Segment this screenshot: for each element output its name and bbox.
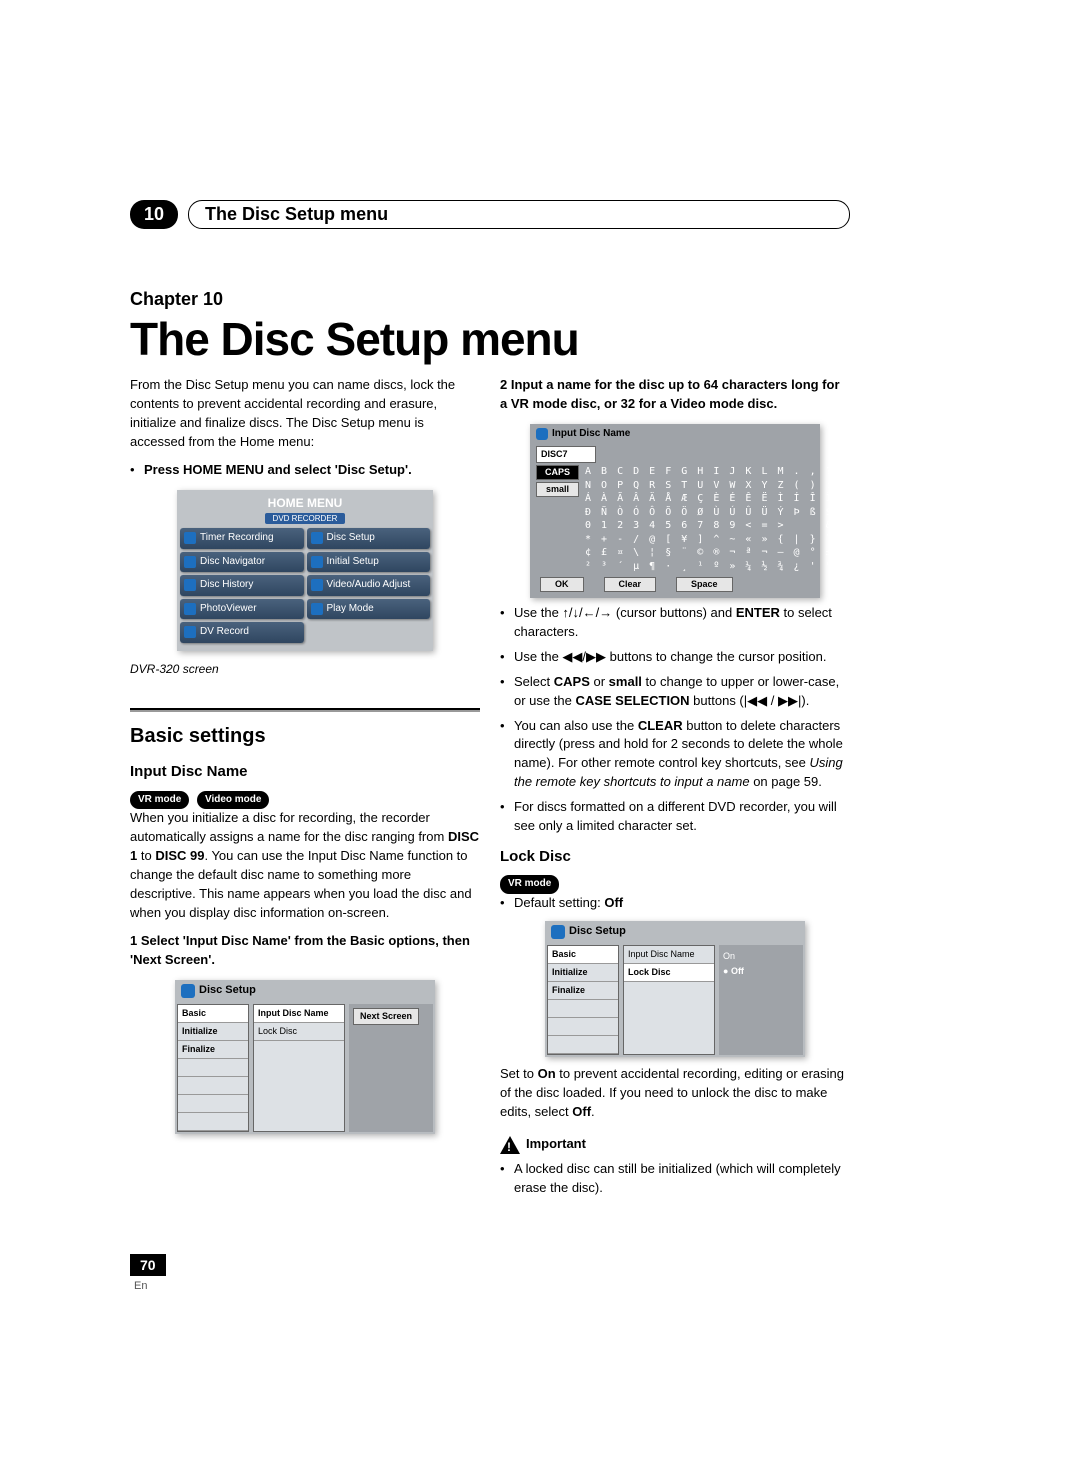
video-mode-badge: Video mode (197, 791, 270, 810)
clear-button: Clear (604, 577, 657, 592)
bullet-other-recorder: For discs formatted on a different DVD r… (514, 798, 850, 836)
disc-icon (311, 532, 323, 544)
space-button: Space (676, 577, 733, 592)
home-menu-screenshot: HOME MENU DVD RECORDER Timer Recording D… (177, 490, 433, 650)
hm-disc-history: Disc History (180, 575, 304, 596)
page-number: 70 (130, 1254, 166, 1276)
lock-disc-heading: Lock Disc (500, 846, 850, 868)
clock-icon (184, 532, 196, 544)
important-bullet: A locked disc can still be initialized (… (514, 1160, 850, 1198)
ds-opt-input-disc-name: Input Disc Name (254, 1005, 344, 1023)
ds-opt-lock-disc: Lock Disc (624, 964, 714, 982)
hm-initial-setup: Initial Setup (307, 552, 431, 573)
chapter-header: 10 The Disc Setup menu (130, 200, 850, 229)
language-code: En (134, 1280, 147, 1292)
lock-on-option: On (723, 949, 799, 964)
history-icon (184, 579, 196, 591)
step-press-home: Press HOME MENU and select 'Disc Setup'. (144, 461, 480, 480)
vr-mode-badge: VR mode (130, 791, 189, 810)
section-divider (130, 708, 480, 712)
lock-paragraph: Set to On to prevent accidental recordin… (500, 1065, 850, 1122)
nav-icon (184, 556, 196, 568)
record-icon (184, 626, 196, 638)
disc-setup-screenshot-2: Disc Setup Basic Initialize Finalize Inp… (545, 921, 805, 1057)
chapter-label: Chapter 10 (130, 289, 1030, 310)
disc-name-field: DISC7 (536, 446, 596, 463)
step1-text: 1 Select 'Input Disc Name' from the Basi… (130, 932, 480, 970)
hm-timer-recording: Timer Recording (180, 528, 304, 549)
step2-text: 2 Input a name for the disc up to 64 cha… (500, 376, 850, 414)
ds-tab-initialize: Initialize (548, 964, 618, 982)
disc-setup-screenshot-1: Disc Setup Basic Initialize Finalize Inp… (175, 980, 435, 1134)
disc-icon (536, 428, 548, 440)
bullet-cursor-enter: Use the ↑/↓/←/→ (cursor buttons) and ENT… (514, 604, 850, 642)
input-name-screenshot: Input Disc Name DISC7 CAPS small A B C D… (530, 424, 820, 599)
hm-disc-setup: Disc Setup (307, 528, 431, 549)
small-button: small (536, 482, 579, 497)
left-column: From the Disc Setup menu you can name di… (130, 376, 480, 1204)
intro-text: From the Disc Setup menu you can name di… (130, 376, 480, 451)
idn-paragraph: When you initialize a disc for recording… (130, 809, 480, 922)
right-column: 2 Input a name for the disc up to 64 cha… (500, 376, 850, 1204)
ds-tab-finalize: Finalize (178, 1041, 248, 1059)
default-setting: Default setting: Off (514, 894, 850, 913)
mode-badges: VR mode Video mode (130, 789, 480, 810)
vr-mode-badge: VR mode (500, 875, 559, 894)
hm-dv-record: DV Record (180, 622, 304, 643)
next-screen-button: Next Screen (353, 1008, 419, 1025)
character-grid: A B C D E F G H I J K L M . , ? ! N O P … (585, 465, 850, 573)
home-menu-title: HOME MENU (180, 493, 430, 512)
ds-tab-basic: Basic (178, 1005, 248, 1023)
caps-button: CAPS (536, 465, 579, 480)
play-icon (311, 603, 323, 615)
input-disc-name-heading: Input Disc Name (130, 761, 480, 783)
ok-button: OK (540, 577, 584, 592)
warning-icon (500, 1136, 520, 1154)
ds-title: Disc Setup (199, 983, 256, 999)
chapter-title-bar: The Disc Setup menu (188, 200, 850, 229)
ds-tab-initialize: Initialize (178, 1023, 248, 1041)
page-title: The Disc Setup menu (130, 312, 1030, 366)
gear-icon (311, 556, 323, 568)
ds-opt-lock-disc: Lock Disc (254, 1023, 344, 1041)
slider-icon (311, 579, 323, 591)
disc-icon (181, 984, 195, 998)
chapter-number-pill: 10 (130, 200, 178, 229)
page-footer: 70 En (130, 1254, 1030, 1294)
ds-tab-finalize: Finalize (548, 982, 618, 1000)
hm-play-mode: Play Mode (307, 599, 431, 620)
photo-icon (184, 603, 196, 615)
basic-settings-heading: Basic settings (130, 722, 480, 751)
hm-video-audio-adjust: Video/Audio Adjust (307, 575, 431, 596)
ds-tab-basic: Basic (548, 946, 618, 964)
disc-icon (551, 925, 565, 939)
home-menu-subtitle: DVD RECORDER (265, 513, 345, 525)
lock-off-option: Off (723, 964, 799, 979)
bullet-case: Select CAPS or small to change to upper … (514, 673, 850, 711)
important-heading: Important (500, 1135, 850, 1154)
hm-disc-navigator: Disc Navigator (180, 552, 304, 573)
bullet-clear: You can also use the CLEAR button to del… (514, 717, 850, 792)
figure-caption: DVR-320 screen (130, 661, 480, 678)
bullet-dot: • (130, 461, 144, 480)
hm-photoviewer: PhotoViewer (180, 599, 304, 620)
bullet-cursor-pos: Use the ◀◀/▶▶ buttons to change the curs… (514, 648, 850, 667)
ds-opt-input-disc-name: Input Disc Name (624, 946, 714, 964)
